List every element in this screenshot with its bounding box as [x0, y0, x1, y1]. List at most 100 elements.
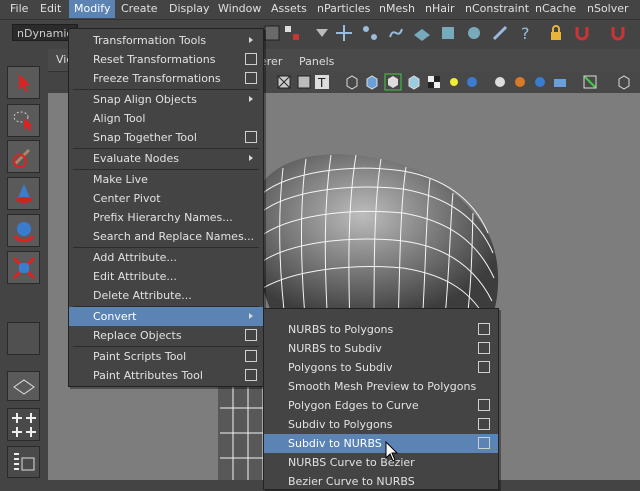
- snap-plane-icon[interactable]: [412, 23, 432, 43]
- menu-item-make-live[interactable]: Make Live: [69, 170, 263, 189]
- menu-nparticles[interactable]: nParticles: [312, 0, 375, 18]
- scale-tool-button[interactable]: [7, 251, 40, 284]
- sphere-icon[interactable]: [512, 74, 528, 90]
- cursor-arrow-icon: [385, 441, 399, 462]
- menu-nhair[interactable]: nHair: [420, 0, 460, 18]
- layout-outliner-button[interactable]: [7, 446, 40, 478]
- shadow-sphere-icon[interactable]: [492, 74, 508, 90]
- menu-item-center-pivot[interactable]: Center Pivot: [69, 189, 263, 208]
- light-icon[interactable]: [446, 74, 462, 90]
- option-box-icon[interactable]: [478, 418, 490, 430]
- menu-modify[interactable]: Modify: [69, 0, 116, 18]
- option-box-icon[interactable]: [245, 72, 257, 84]
- menu-ncache[interactable]: nCache: [530, 0, 581, 18]
- svg-text:?: ?: [521, 24, 530, 43]
- option-box-icon[interactable]: [478, 342, 490, 354]
- menu-create[interactable]: Create: [116, 0, 163, 18]
- menu-item-convert[interactable]: Convert: [69, 307, 263, 326]
- menu-item-delete-attribute[interactable]: Delete Attribute...: [69, 286, 263, 305]
- menu-window[interactable]: Window: [213, 0, 266, 18]
- outliner-layout-icon: [14, 453, 35, 471]
- menu-item-reset-transformations[interactable]: Reset Transformations: [69, 50, 263, 69]
- xray-icon[interactable]: [616, 74, 632, 90]
- menu-item-evaluate-nodes[interactable]: Evaluate Nodes: [69, 149, 263, 168]
- submenu-item-nurbs-curve-to-bezier[interactable]: NURBS Curve to Bezier: [264, 453, 498, 472]
- grid-toggle-icon[interactable]: [296, 74, 312, 90]
- menu-item-prefix-hierarchy-names[interactable]: Prefix Hierarchy Names...: [69, 208, 263, 227]
- snap-curve-icon[interactable]: [360, 23, 380, 43]
- cube-icon[interactable]: [364, 74, 380, 90]
- menu-item-snap-align-objects[interactable]: Snap Align Objects: [69, 90, 263, 109]
- menu-item-edit-attribute[interactable]: Edit Attribute...: [69, 267, 263, 286]
- rotate-tool-button[interactable]: [7, 214, 40, 247]
- option-box-icon[interactable]: [478, 323, 490, 335]
- submenu-item-subdiv-to-polygons[interactable]: Subdiv to Polygons: [264, 415, 498, 434]
- menu-assets[interactable]: Assets: [266, 0, 312, 18]
- move-tool-icon: [16, 184, 32, 203]
- cube-wire-icon[interactable]: [344, 74, 360, 90]
- menu-nmesh[interactable]: nMesh: [374, 0, 420, 18]
- rotate-tool-icon: [13, 222, 35, 242]
- submenu-item-polygon-edges-to-curve[interactable]: Polygon Edges to Curve: [264, 396, 498, 415]
- menu-item-add-attribute[interactable]: Add Attribute...: [69, 248, 263, 267]
- submenu-item-smooth-mesh-preview[interactable]: Smooth Mesh Preview to Polygons: [264, 377, 498, 396]
- submenu-item-subdiv-to-nurbs[interactable]: Subdiv to NURBS: [264, 434, 498, 453]
- option-box-icon[interactable]: [245, 369, 257, 381]
- option-box-icon[interactable]: [478, 361, 490, 373]
- magnet-snap-icon[interactable]: [608, 23, 628, 43]
- option-box-icon[interactable]: [245, 131, 257, 143]
- option-box-icon[interactable]: [245, 53, 257, 65]
- option-box-icon[interactable]: [478, 399, 490, 411]
- render-icon[interactable]: [262, 23, 282, 43]
- menu-nsolver[interactable]: nSolver: [582, 0, 634, 18]
- menu-item-align-tool[interactable]: Align Tool: [69, 109, 263, 128]
- layout-single-button[interactable]: [7, 371, 40, 401]
- menu-item-replace-objects[interactable]: Replace Objects: [69, 326, 263, 345]
- option-box-icon[interactable]: [245, 350, 257, 362]
- option-box-icon[interactable]: [478, 437, 490, 449]
- isolate-icon[interactable]: [582, 74, 598, 90]
- text-icon[interactable]: T: [314, 74, 330, 90]
- menu-display[interactable]: Display: [164, 0, 215, 18]
- menu-edit[interactable]: Edit: [35, 0, 66, 18]
- lasso-select-button[interactable]: [7, 104, 40, 137]
- submenu-item-nurbs-to-polygons[interactable]: NURBS to Polygons: [264, 320, 498, 339]
- menu-item-transformation-tools[interactable]: Transformation Tools: [69, 31, 263, 50]
- sphere-blue-icon[interactable]: [532, 74, 548, 90]
- checker-icon[interactable]: [426, 74, 442, 90]
- help-icon[interactable]: ?: [516, 23, 536, 43]
- menu-nconstraint[interactable]: nConstraint: [460, 0, 534, 18]
- paint-select-button[interactable]: [7, 140, 40, 173]
- filter-icon[interactable]: [312, 23, 332, 43]
- magnet-icon[interactable]: [572, 23, 592, 43]
- cube-selected-icon[interactable]: [384, 73, 402, 91]
- modify-menu: Transformation Tools Reset Transformatio…: [68, 28, 264, 387]
- menu-item-snap-together-tool[interactable]: Snap Together Tool: [69, 128, 263, 147]
- submenu-item-nurbs-to-subdiv[interactable]: NURBS to Subdiv: [264, 339, 498, 358]
- layout-quad-button[interactable]: [7, 408, 40, 441]
- menu-file[interactable]: File: [5, 0, 33, 18]
- submenu-item-bezier-curve-to-nurbs[interactable]: Bezier Curve to NURBS: [264, 472, 498, 491]
- snap-live-icon[interactable]: [490, 23, 510, 43]
- menu-item-paint-scripts-tool[interactable]: Paint Scripts Tool: [69, 347, 263, 366]
- menu-item-freeze-transformations[interactable]: Freeze Transformations: [69, 69, 263, 88]
- move-pivot-icon[interactable]: [334, 23, 354, 43]
- snap-point-icon[interactable]: [386, 23, 406, 43]
- grid-icon[interactable]: [282, 23, 302, 43]
- paint-select-icon: [13, 148, 31, 168]
- sphere-light-icon[interactable]: [464, 74, 480, 90]
- last-tool-button[interactable]: [7, 322, 40, 355]
- wireframe-icon[interactable]: [276, 74, 292, 90]
- menu-item-paint-attributes-tool[interactable]: Paint Attributes Tool: [69, 366, 263, 385]
- camera-icon[interactable]: [552, 74, 568, 90]
- snap-surface-icon[interactable]: [438, 23, 458, 43]
- snap-view-icon[interactable]: [464, 23, 484, 43]
- submenu-item-polygons-to-subdiv[interactable]: Polygons to Subdiv: [264, 358, 498, 377]
- option-box-icon[interactable]: [245, 329, 257, 341]
- move-tool-button[interactable]: [7, 177, 40, 210]
- select-tool-button[interactable]: [7, 66, 40, 99]
- lock-icon[interactable]: [546, 23, 566, 43]
- cube-textured-icon[interactable]: [406, 74, 422, 90]
- viewport-menu-panels[interactable]: Panels: [299, 55, 334, 68]
- menu-item-search-replace-names[interactable]: Search and Replace Names...: [69, 227, 263, 246]
